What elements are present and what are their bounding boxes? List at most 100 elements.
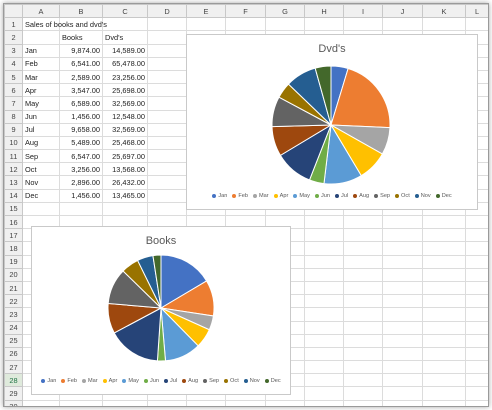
dvds-value-cell[interactable]: 25,468.00 [102, 135, 148, 151]
column-title-cell[interactable]: Dvd's [102, 30, 148, 45]
cell[interactable] [343, 241, 383, 256]
cell[interactable] [343, 346, 383, 362]
month-cell[interactable]: Jul [22, 122, 60, 137]
dvds-value-cell[interactable]: 14,589.00 [102, 43, 148, 58]
month-cell[interactable]: Feb [22, 56, 60, 71]
dvds-value-cell[interactable]: 25,697.00 [102, 149, 148, 164]
cell[interactable] [265, 17, 305, 32]
cell[interactable] [59, 201, 103, 217]
dvds-value-cell[interactable]: 65,478.00 [102, 56, 148, 71]
cell[interactable] [186, 17, 226, 32]
books-value-cell[interactable]: 3,256.00 [59, 162, 103, 177]
dvds-value-cell[interactable]: 12,548.00 [102, 109, 148, 124]
cell[interactable] [465, 320, 488, 335]
row-header[interactable]: 2 [4, 30, 23, 45]
cell[interactable] [343, 386, 383, 401]
cell[interactable] [304, 294, 344, 309]
cell[interactable] [343, 333, 383, 348]
month-cell[interactable]: Nov [22, 175, 60, 190]
dvds-value-cell[interactable]: 13,465.00 [102, 188, 148, 203]
cell[interactable] [147, 56, 187, 71]
column-title-cell[interactable]: Books [59, 30, 103, 45]
row-header[interactable]: 11 [4, 149, 23, 164]
cell[interactable] [465, 307, 488, 322]
cell[interactable] [382, 280, 423, 296]
row-header[interactable]: 19 [4, 254, 23, 269]
cell[interactable] [147, 43, 187, 58]
cell[interactable] [147, 17, 187, 32]
cell[interactable] [304, 228, 344, 243]
cell[interactable] [265, 399, 305, 406]
dvds-value-cell[interactable]: 23,256.00 [102, 69, 148, 85]
dvds-value-cell[interactable]: 25,698.00 [102, 83, 148, 98]
cell[interactable] [343, 294, 383, 309]
cell[interactable] [304, 307, 344, 322]
cell[interactable] [465, 386, 488, 401]
cell[interactable] [304, 241, 344, 256]
column-header-d[interactable]: D [147, 4, 187, 19]
cell[interactable] [465, 294, 488, 309]
books-value-cell[interactable]: 6,547.00 [59, 149, 103, 164]
cell[interactable] [147, 149, 187, 164]
cell[interactable] [422, 241, 466, 256]
cell[interactable] [343, 228, 383, 243]
cell[interactable] [225, 17, 266, 32]
cell[interactable] [59, 399, 103, 406]
cell[interactable] [304, 346, 344, 362]
cell[interactable] [465, 360, 488, 375]
cell[interactable] [465, 333, 488, 348]
cell[interactable] [147, 83, 187, 98]
month-cell[interactable]: May [22, 96, 60, 111]
month-cell[interactable]: Jun [22, 109, 60, 124]
cell[interactable] [304, 386, 344, 401]
cell[interactable] [147, 109, 187, 124]
column-header-l[interactable]: L [465, 4, 488, 19]
books-value-cell[interactable]: 2,589.00 [59, 69, 103, 85]
cell[interactable] [382, 333, 423, 348]
books-value-cell[interactable]: 6,541.00 [59, 56, 103, 71]
row-header[interactable]: 14 [4, 188, 23, 203]
cell[interactable] [147, 399, 187, 406]
cell[interactable] [465, 254, 488, 269]
cell[interactable] [382, 386, 423, 401]
cell[interactable] [465, 280, 488, 296]
cell[interactable] [147, 175, 187, 190]
column-header-g[interactable]: G [265, 4, 305, 19]
cell[interactable] [22, 201, 60, 217]
cell[interactable] [304, 214, 344, 230]
row-header[interactable]: 16 [4, 214, 23, 230]
cell[interactable] [147, 135, 187, 151]
cell[interactable] [147, 69, 187, 85]
cell[interactable] [304, 267, 344, 282]
column-header-e[interactable]: E [186, 4, 226, 19]
cell[interactable] [422, 267, 466, 282]
cell[interactable] [382, 267, 423, 282]
books-value-cell[interactable]: 6,589.00 [59, 96, 103, 111]
column-header-k[interactable]: K [422, 4, 466, 19]
row-header[interactable]: 20 [4, 267, 23, 282]
cell[interactable] [422, 307, 466, 322]
cell[interactable] [382, 214, 423, 230]
row-header[interactable]: 21 [4, 280, 23, 296]
cell[interactable] [465, 346, 488, 362]
books-value-cell[interactable]: 5,489.00 [59, 135, 103, 151]
cell[interactable] [382, 307, 423, 322]
row-header[interactable]: 8 [4, 109, 23, 124]
cell[interactable] [343, 254, 383, 269]
cell[interactable] [102, 399, 148, 406]
row-header[interactable]: 17 [4, 228, 23, 243]
dvds-value-cell[interactable]: 13,568.00 [102, 162, 148, 177]
cell[interactable] [465, 399, 488, 406]
dvds-pie-chart[interactable]: Dvd's Jan Feb Mar Apr May Jun Jul Aug Sep Oct Nov D… [186, 34, 478, 210]
cell[interactable] [304, 254, 344, 269]
row-header[interactable]: 3 [4, 43, 23, 58]
row-header[interactable]: 24 [4, 320, 23, 335]
cell[interactable] [147, 96, 187, 111]
cell[interactable] [382, 360, 423, 375]
row-header[interactable]: 25 [4, 333, 23, 348]
select-all-corner[interactable] [4, 4, 23, 19]
row-header[interactable]: 28 [4, 373, 23, 388]
cell[interactable] [422, 280, 466, 296]
cell[interactable] [382, 254, 423, 269]
dvds-value-cell[interactable]: 32,569.00 [102, 96, 148, 111]
